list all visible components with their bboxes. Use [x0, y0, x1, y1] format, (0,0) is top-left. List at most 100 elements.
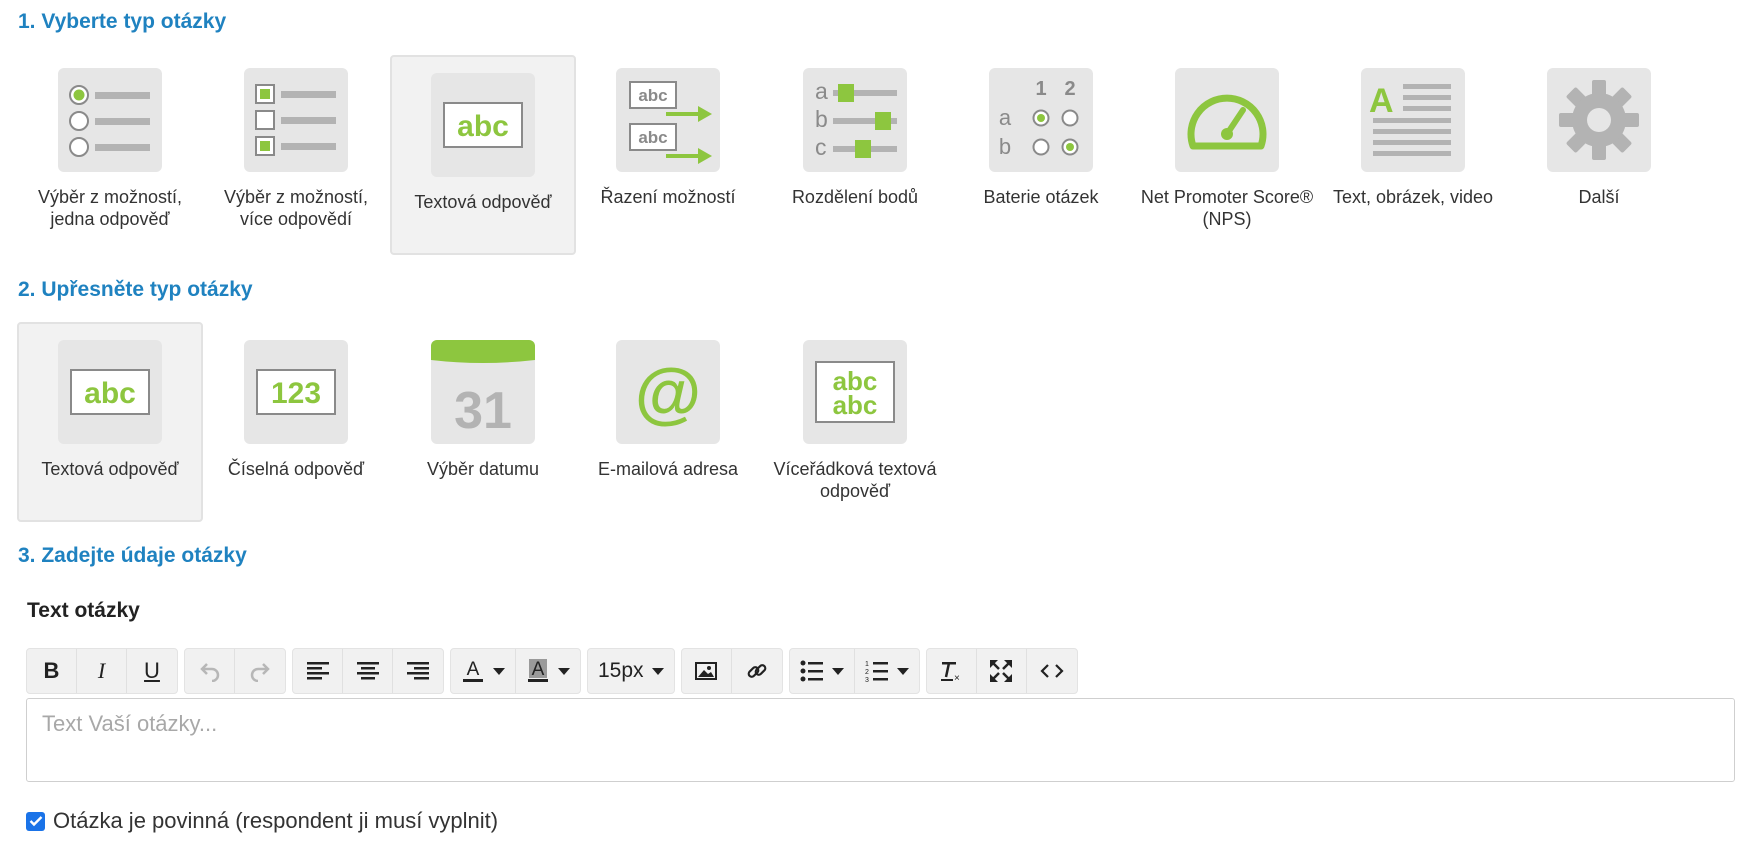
- type-single-choice[interactable]: Výběr z možností, jedna odpověď: [17, 50, 203, 250]
- fullscreen-icon: [990, 660, 1013, 682]
- type-label: Text, obrázek, video: [1332, 187, 1494, 207]
- type-label: E-mailová adresa: [597, 459, 739, 479]
- numbered-list-icon: 123: [865, 661, 888, 682]
- undo-button[interactable]: [185, 649, 235, 693]
- font-size-group: 15px: [587, 648, 675, 694]
- step2-title: 2. Upřesněte typ otázky: [18, 278, 253, 301]
- fullscreen-button[interactable]: [977, 649, 1027, 693]
- history-group: [184, 648, 286, 694]
- italic-button[interactable]: I: [77, 649, 127, 693]
- redo-icon: [250, 663, 270, 682]
- align-left-button[interactable]: [293, 649, 343, 693]
- subtype-multiline[interactable]: abc abc Víceřádková textová odpověď: [762, 322, 948, 522]
- background-color-icon: A: [528, 659, 548, 682]
- clear-format-button[interactable]: ×: [927, 649, 977, 693]
- type-nps[interactable]: Net Promoter Score® (NPS): [1134, 50, 1320, 250]
- background-color-button[interactable]: A: [516, 649, 580, 693]
- abc-text: abc: [457, 110, 509, 143]
- letter-c: c: [815, 134, 827, 160]
- type-label: Net Promoter Score® (NPS): [1140, 187, 1314, 229]
- undo-icon: [199, 663, 219, 682]
- abc-text: abc: [638, 86, 667, 105]
- type-label: Další: [1578, 187, 1620, 207]
- chevron-down-icon: [493, 667, 505, 675]
- doc-letter: A: [1369, 82, 1394, 120]
- redo-button[interactable]: [235, 649, 285, 693]
- required-option[interactable]: Otázka je povinná (respondent ji musí vy…: [26, 808, 498, 834]
- text-color-button[interactable]: A: [451, 649, 516, 693]
- points-distribution-icon: a b c: [803, 68, 907, 172]
- bullet-list-button[interactable]: [790, 649, 855, 693]
- text-color-icon: A: [463, 659, 483, 682]
- required-checkbox[interactable]: [26, 811, 45, 831]
- matrix-col-1: 1: [1035, 78, 1046, 100]
- svg-text:×: ×: [954, 673, 960, 683]
- numbered-list-button[interactable]: 123: [855, 649, 919, 693]
- align-center-icon: [356, 662, 379, 680]
- insert-link-button[interactable]: [732, 649, 782, 693]
- chevron-down-icon: [558, 667, 570, 675]
- question-text-input[interactable]: [26, 698, 1735, 782]
- required-label: Otázka je povinná (respondent ji musí vy…: [53, 808, 499, 833]
- question-matrix-icon: 1 2 a b: [989, 68, 1093, 172]
- svg-text:A: A: [532, 659, 545, 680]
- chevron-down-icon: [651, 667, 664, 675]
- align-center-button[interactable]: [343, 649, 393, 693]
- type-points-distribution[interactable]: a b c Rozdělení bodů: [762, 50, 948, 250]
- code-icon: [1039, 664, 1064, 678]
- insert-image-button[interactable]: [682, 649, 732, 693]
- subtype-date[interactable]: 31 Výběr datumu: [390, 322, 576, 522]
- number-answer-icon: 123: [244, 340, 348, 444]
- type-label: Číselná odpověď: [227, 459, 365, 479]
- ranking-icon: abc abc: [616, 68, 720, 172]
- multiline-text-2: abc: [833, 390, 878, 420]
- svg-text:3: 3: [865, 677, 869, 682]
- font-size-dropdown[interactable]: 15px: [588, 649, 674, 693]
- letter-b: b: [815, 106, 828, 132]
- multiline-text-icon: abc abc: [803, 340, 907, 444]
- type-question-matrix[interactable]: 1 2 a b Baterie otázek: [948, 50, 1134, 250]
- abc-text: abc: [638, 128, 667, 147]
- type-label: Textová odpověď: [41, 459, 179, 479]
- type-text-image-video[interactable]: A Text, obrázek, video: [1320, 50, 1506, 250]
- subtype-number-answer[interactable]: 123 Číselná odpověď: [203, 322, 389, 522]
- number-text: 123: [271, 377, 321, 410]
- source-code-button[interactable]: [1027, 649, 1077, 693]
- align-right-icon: [407, 662, 429, 680]
- type-label: Textová odpověď: [414, 192, 552, 212]
- subtype-email[interactable]: @ E-mailová adresa: [575, 322, 761, 522]
- misc-group: ×: [925, 648, 1078, 694]
- chevron-down-icon: [831, 667, 844, 675]
- matrix-row-a: a: [999, 105, 1012, 130]
- type-label: Řazení možností: [600, 187, 736, 207]
- type-ranking[interactable]: abc abc Řazení možností: [575, 50, 761, 250]
- link-icon: [747, 664, 766, 678]
- letter-a: a: [815, 78, 828, 104]
- step3-title: 3. Zadejte údaje otázky: [18, 544, 247, 567]
- type-label: Baterie otázek: [983, 187, 1099, 207]
- nps-gauge-icon: [1175, 68, 1279, 172]
- bullet-list-icon: [800, 660, 823, 682]
- type-multiple-choice[interactable]: Výběr z možností, více odpovědí: [203, 50, 389, 250]
- underline-button[interactable]: U: [127, 649, 177, 693]
- matrix-row-b: b: [999, 134, 1011, 159]
- list-group: 123: [788, 648, 920, 694]
- type-label: Víceřádková textová odpověď: [773, 459, 937, 501]
- bold-button[interactable]: B: [27, 649, 77, 693]
- type-text-answer[interactable]: abc Textová odpověď: [390, 55, 576, 255]
- abc-text: abc: [84, 377, 136, 410]
- text-image-video-icon: A: [1361, 68, 1465, 172]
- step1-title: 1. Vyberte typ otázky: [18, 10, 227, 33]
- align-right-button[interactable]: [393, 649, 443, 693]
- type-label: Rozdělení bodů: [791, 187, 919, 207]
- type-label: Výběr z možností, jedna odpověď: [37, 187, 183, 229]
- type-label: Výběr datumu: [426, 459, 540, 479]
- insert-group: [680, 648, 783, 694]
- editor-toolbar: B I U A A 15px 1 2 3 ×: [26, 648, 1078, 694]
- type-more[interactable]: Další: [1506, 50, 1692, 250]
- subtype-text-answer[interactable]: abc Textová odpověď: [17, 322, 203, 522]
- clear-format-icon: ×: [941, 662, 960, 683]
- single-choice-icon: [58, 68, 162, 172]
- svg-text:2: 2: [865, 669, 869, 676]
- calendar-icon: 31: [431, 340, 535, 444]
